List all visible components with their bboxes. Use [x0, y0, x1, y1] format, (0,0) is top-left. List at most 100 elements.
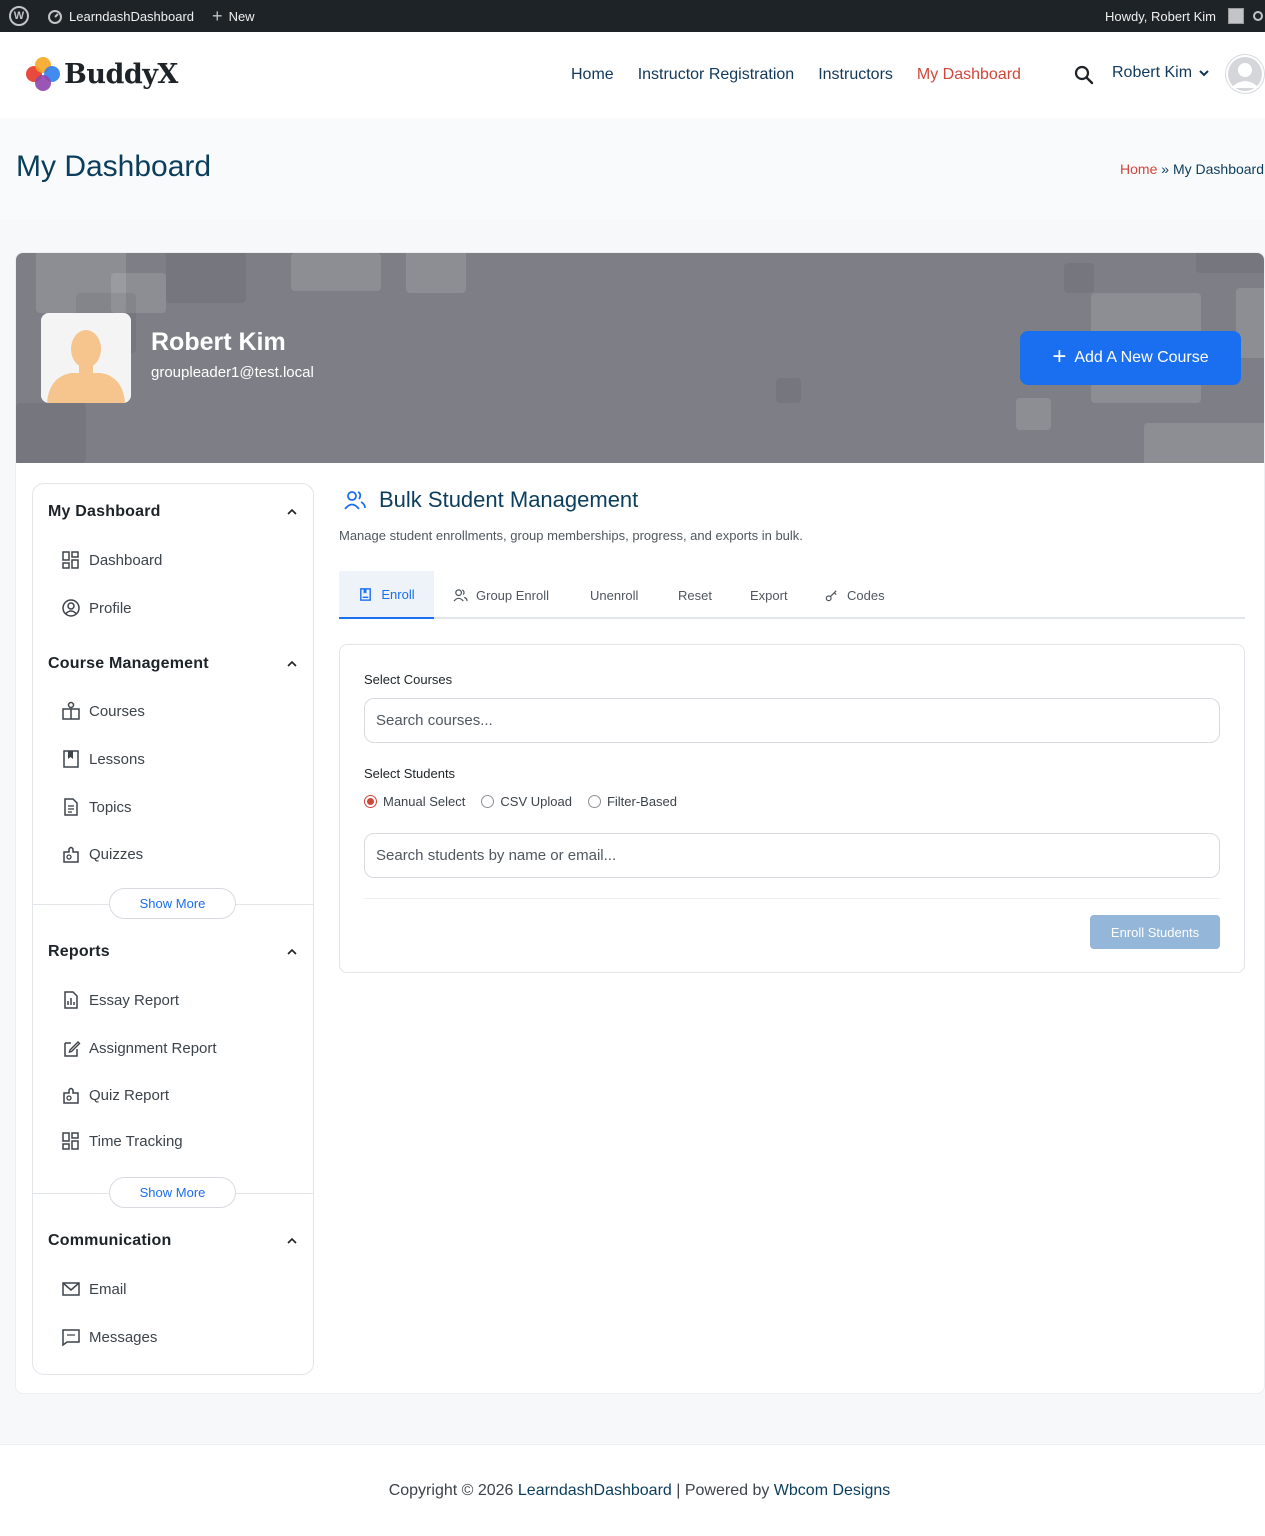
- add-new-course-label: Add A New Course: [1074, 349, 1209, 366]
- sidebar-item-messages[interactable]: Messages: [61, 1327, 157, 1347]
- sidebar-item-quizzes[interactable]: Quizzes: [61, 844, 143, 864]
- nav-home[interactable]: Home: [571, 66, 614, 84]
- plus-icon: +: [212, 6, 223, 26]
- sidebar-item-label: Topics: [89, 798, 132, 816]
- search-students-input[interactable]: [364, 833, 1220, 878]
- breadcrumb-home[interactable]: Home: [1120, 161, 1157, 177]
- wordpress-menu[interactable]: W: [0, 0, 38, 32]
- sidebar-item-essay-report[interactable]: Essay Report: [61, 990, 179, 1010]
- profile-picture[interactable]: [41, 313, 131, 403]
- search-icon[interactable]: [1074, 65, 1094, 85]
- dashboard-card: Robert Kim groupleader1@test.local + Add…: [15, 252, 1265, 1394]
- book-icon: [360, 587, 372, 601]
- chevron-up-icon[interactable]: [286, 506, 298, 518]
- breadcrumb-current: My Dashboard: [1172, 161, 1264, 177]
- sidebar-section-communication[interactable]: Communication: [48, 1232, 172, 1250]
- assignment-report-icon: [64, 1041, 81, 1057]
- admin-search-icon[interactable]: [1253, 11, 1263, 21]
- sidebar-item-label: Quiz Report: [89, 1086, 170, 1104]
- sidebar-section-my-dashboard[interactable]: My Dashboard: [48, 503, 161, 521]
- sidebar-item-time-tracking[interactable]: Time Tracking: [61, 1131, 183, 1151]
- chevron-up-icon[interactable]: [286, 1235, 298, 1247]
- tab-label: Codes: [847, 587, 885, 603]
- howdy-text: Howdy, Robert Kim: [1104, 8, 1216, 24]
- sidebar-item-lessons[interactable]: Lessons: [61, 749, 145, 769]
- admin-bar: W LearndashDashboard + New Howdy, Robert…: [0, 0, 1265, 32]
- new-label: New: [228, 8, 255, 24]
- sidebar-item-courses[interactable]: Courses: [61, 701, 145, 721]
- tab-export[interactable]: Export: [750, 571, 788, 619]
- avatar-placeholder-icon: [41, 313, 131, 403]
- select-students-label: Select Students: [364, 766, 456, 781]
- tab-enroll[interactable]: Enroll: [339, 571, 434, 619]
- chevron-up-icon[interactable]: [286, 946, 298, 958]
- tab-codes[interactable]: Codes: [824, 571, 885, 619]
- nav-instructors[interactable]: Instructors: [818, 66, 893, 84]
- sidebar-item-label: Assignment Report: [89, 1039, 217, 1057]
- content-subtitle: Manage student enrollments, group member…: [339, 528, 803, 543]
- my-account-menu[interactable]: Howdy, Robert Kim: [1096, 0, 1253, 32]
- radio-filter-based[interactable]: Filter-Based: [587, 794, 677, 809]
- add-new-course-button[interactable]: + Add A New Course: [1020, 331, 1241, 385]
- user-silhouette-icon: [1226, 55, 1264, 93]
- profile-icon: [62, 599, 80, 617]
- dashboard-icon: [62, 551, 79, 569]
- site-logo[interactable]: BuddyX: [26, 57, 178, 91]
- site-header: BuddyX Home Instructor Registration Inst…: [0, 32, 1265, 118]
- sidebar-item-dashboard[interactable]: Dashboard: [61, 550, 162, 570]
- tab-label: Group Enroll: [476, 587, 549, 603]
- search-courses-input[interactable]: [364, 698, 1220, 743]
- sidebar-item-profile[interactable]: Profile: [61, 598, 132, 618]
- user-menu[interactable]: Robert Kim: [1112, 64, 1210, 82]
- content-title: Bulk Student Management: [343, 487, 638, 513]
- enroll-students-button[interactable]: Enroll Students: [1090, 915, 1220, 949]
- breadcrumb-separator: »: [1161, 161, 1170, 177]
- logo-text: BuddyX: [64, 58, 178, 90]
- copyright-middle: | Powered by: [676, 1482, 770, 1499]
- radio-unchecked-icon: [481, 795, 495, 808]
- main-nav: Home Instructor Registration Instructors…: [571, 32, 1021, 118]
- lessons-icon: [63, 750, 79, 768]
- tab-reset[interactable]: Reset: [678, 571, 712, 619]
- tab-label: Export: [750, 587, 788, 603]
- bulk-tabs: Enroll Group Enroll Unenroll Reset Expor…: [339, 571, 1245, 619]
- nav-my-dashboard[interactable]: My Dashboard: [917, 66, 1021, 84]
- footer-company-link[interactable]: Wbcom Designs: [774, 1482, 890, 1499]
- reports-show-more-button[interactable]: Show More: [109, 1177, 236, 1208]
- footer-site-link[interactable]: LearndashDashboard: [518, 1482, 672, 1499]
- breadcrumb: Home » My Dashboard: [1120, 161, 1264, 177]
- tab-label: Enroll: [381, 586, 415, 602]
- content-title-text: Bulk Student Management: [379, 487, 639, 512]
- radio-manual-select[interactable]: Manual Select: [364, 794, 465, 809]
- sidebar-item-label: Essay Report: [89, 991, 180, 1009]
- profile-email: groupleader1@test.local: [151, 364, 314, 381]
- sidebar-section-reports[interactable]: Reports: [48, 943, 110, 961]
- sidebar-item-label: Profile: [89, 599, 132, 617]
- course-management-show-more-button[interactable]: Show More: [109, 888, 236, 919]
- sidebar-item-label: Time Tracking: [89, 1132, 183, 1150]
- header-avatar[interactable]: [1225, 54, 1265, 94]
- sidebar-section-course-management[interactable]: Course Management: [48, 655, 209, 673]
- sidebar-item-label: Quizzes: [89, 845, 144, 863]
- sidebar-item-assignment-report[interactable]: Assignment Report: [61, 1038, 217, 1058]
- chevron-up-icon[interactable]: [286, 658, 298, 670]
- tab-group-enroll[interactable]: Group Enroll: [453, 571, 549, 619]
- tab-unenroll[interactable]: Unenroll: [590, 571, 638, 619]
- admin-avatar: [1228, 8, 1244, 24]
- radio-csv-upload[interactable]: CSV Upload: [481, 794, 572, 809]
- sidebar-item-quiz-report[interactable]: Quiz Report: [61, 1085, 169, 1105]
- dashboard-sidebar: My Dashboard Dashboard Profile Course Ma…: [32, 483, 314, 1375]
- enroll-form-panel: Select Courses Select Students Manual Se…: [339, 644, 1245, 973]
- quiz-report-icon: [63, 1087, 79, 1104]
- courses-icon: [62, 701, 80, 720]
- site-name-link[interactable]: LearndashDashboard: [38, 0, 203, 32]
- messages-icon: [62, 1329, 80, 1347]
- user-menu-name: Robert Kim: [1112, 64, 1193, 81]
- new-content-link[interactable]: + New: [203, 0, 264, 32]
- plus-icon: +: [1052, 343, 1067, 370]
- sidebar-item-topics[interactable]: Topics: [61, 797, 132, 817]
- sidebar-item-label: Messages: [89, 1328, 158, 1346]
- nav-instructor-registration[interactable]: Instructor Registration: [638, 66, 795, 84]
- sidebar-item-email[interactable]: Email: [61, 1279, 127, 1299]
- select-courses-label: Select Courses: [364, 672, 453, 687]
